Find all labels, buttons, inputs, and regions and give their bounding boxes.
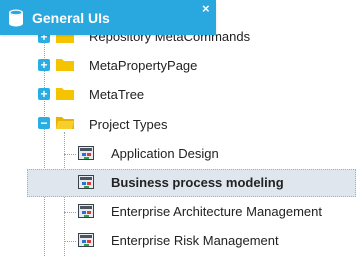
folder-open-icon (56, 117, 74, 129)
tree-connector (64, 241, 76, 242)
tree-view: + Repository MetaCommands + MetaProperty… (0, 0, 356, 256)
collapse-toggle[interactable]: − (38, 117, 50, 129)
tree-node-label: Project Types (89, 117, 168, 132)
tree-node-label: MetaTree (89, 87, 145, 102)
folder-icon (56, 88, 74, 100)
tree-leaf-label: Enterprise Architecture Management (111, 204, 322, 219)
tree-node-label: MetaPropertyPage (89, 58, 198, 73)
expand-toggle[interactable]: + (38, 59, 50, 71)
expand-toggle[interactable]: + (38, 88, 50, 100)
database-icon (9, 9, 23, 27)
panel-header: General UIs × (0, 0, 216, 35)
diagram-icon (78, 146, 94, 160)
tree-leaf-label: Enterprise Risk Management (111, 233, 279, 248)
tree-connector (64, 212, 76, 213)
diagram-icon (78, 175, 94, 189)
close-icon[interactable]: × (202, 2, 210, 15)
tree-leaf-label: Application Design (111, 146, 219, 161)
diagram-icon (78, 204, 94, 218)
diagram-icon (78, 233, 94, 247)
tree-leaf-label: Business process modeling (111, 175, 284, 190)
panel-title: General UIs (32, 10, 110, 26)
tree-connector (64, 154, 76, 155)
folder-icon (56, 59, 74, 71)
